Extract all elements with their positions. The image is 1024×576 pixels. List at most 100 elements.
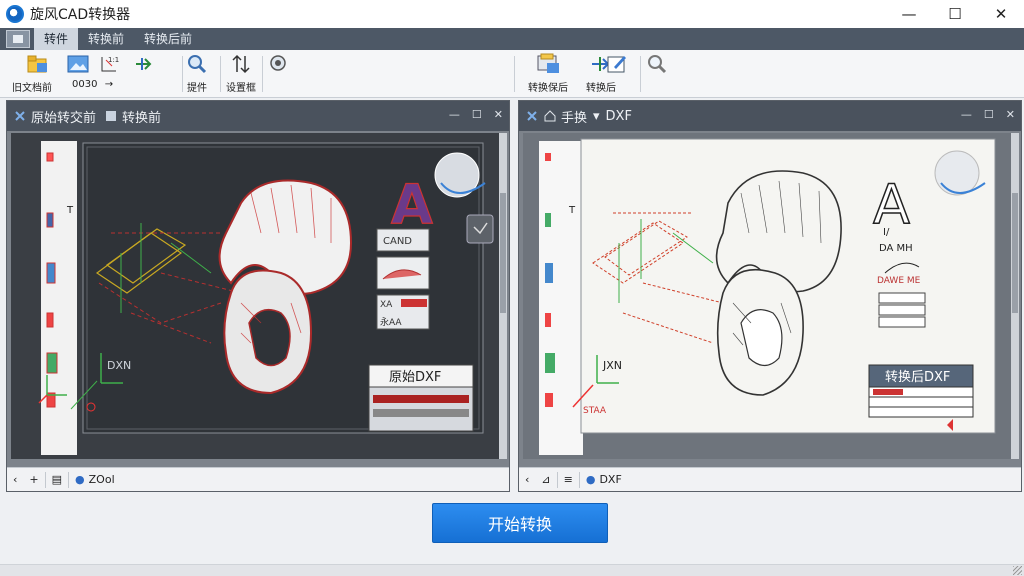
target-format-label: DXF bbox=[605, 108, 632, 124]
panel-close-icon[interactable]: ✕ bbox=[1006, 108, 1015, 121]
panel-close-icon[interactable]: ✕ bbox=[494, 108, 503, 121]
app-menu-button[interactable] bbox=[6, 30, 30, 48]
source-panel-controls: — ☐ ✕ bbox=[449, 108, 503, 121]
svg-text:1:1: 1:1 bbox=[108, 56, 119, 64]
zoom-label: 提件 bbox=[187, 83, 207, 94]
edit-icon bbox=[606, 53, 628, 75]
target-panel: 手换 ▾ DXF — ☐ ✕ T JXN STAA A I/ DA MH DAW… bbox=[518, 100, 1022, 492]
save-folder-icon bbox=[537, 53, 559, 75]
target-panel-controls: — ☐ ✕ bbox=[961, 108, 1015, 121]
source-legend-row-2: XA bbox=[380, 300, 393, 310]
open-folder-icon bbox=[27, 53, 49, 75]
target-axis-label-2: STAA bbox=[583, 406, 607, 416]
measure-arrow: → bbox=[104, 79, 114, 90]
source-legend-row-1: CAND bbox=[383, 236, 412, 247]
save-converted-button[interactable]: 转换保后 bbox=[528, 53, 568, 94]
source-zoom-label: ZOol bbox=[88, 473, 115, 486]
source-panel-header: 原始转交前 转换前 — ☐ ✕ bbox=[7, 101, 509, 131]
target-legend-row-1: DA MH bbox=[879, 243, 913, 254]
layers-button[interactable]: 0030 bbox=[58, 53, 97, 90]
panel-minimize-icon[interactable]: — bbox=[449, 108, 460, 121]
close-button[interactable]: ✕ bbox=[978, 0, 1024, 28]
target-cad-canvas[interactable]: T JXN STAA A I/ DA MH DAWE ME 转换后DXF bbox=[523, 133, 1013, 459]
ribbon-toolbar: 旧文档前 0030 1:1 → 提件 设置框 转换保后 转换后 bbox=[0, 50, 1024, 98]
source-scroll-thumb[interactable] bbox=[500, 193, 506, 313]
open-file-label: 旧文档前 bbox=[12, 83, 52, 94]
tab-after[interactable]: 转换后前 bbox=[134, 28, 202, 50]
scroll-left-icon[interactable]: ‹ bbox=[519, 473, 535, 486]
menu-bar: 转件 转换前 转换后前 bbox=[0, 28, 1024, 50]
panel-restore-icon[interactable]: ☐ bbox=[472, 108, 482, 121]
svg-text:A: A bbox=[873, 173, 910, 236]
options-button[interactable] bbox=[268, 53, 290, 75]
scroll-left-icon[interactable]: ‹ bbox=[7, 473, 23, 486]
panel-restore-icon[interactable]: ☐ bbox=[984, 108, 994, 121]
settings-button[interactable]: 设置框 bbox=[226, 53, 256, 94]
measure-icon: 1:1 bbox=[98, 53, 120, 75]
zoom-icon bbox=[186, 53, 208, 75]
vertical-arrows-icon bbox=[230, 53, 252, 75]
source-legend-row-3: 永AA bbox=[380, 316, 402, 328]
source-frame-label: 原始DXF bbox=[389, 370, 441, 385]
target-panel-header: 手换 ▾ DXF — ☐ ✕ bbox=[519, 101, 1021, 131]
save-converted-label: 转换保后 bbox=[528, 83, 568, 94]
align-icon[interactable]: ≡ bbox=[558, 473, 579, 486]
app-window: 旋风CAD转换器 — ☐ ✕ 转件 转换前 转换后前 旧文档前 0030 1:1… bbox=[0, 0, 1024, 576]
panel-minimize-icon[interactable]: — bbox=[961, 108, 972, 121]
zoom-right-button[interactable] bbox=[646, 53, 668, 75]
layer-icon[interactable]: ⊿ bbox=[535, 473, 556, 486]
source-tab-label[interactable]: 转换前 bbox=[122, 107, 161, 126]
zoom-button[interactable]: 提件 bbox=[186, 53, 208, 94]
tab-image-icon bbox=[104, 109, 118, 123]
source-zoom-indicator[interactable]: ● ZOol bbox=[69, 473, 121, 486]
source-panel-title: 原始转交前 bbox=[31, 110, 97, 126]
globe-icon: ● bbox=[75, 473, 85, 486]
home-icon bbox=[543, 109, 557, 123]
window-controls: — ☐ ✕ bbox=[886, 0, 1024, 28]
arrow-tool-icon bbox=[134, 53, 156, 75]
app-logo-icon bbox=[6, 5, 24, 23]
resize-grip-icon[interactable] bbox=[1013, 566, 1022, 575]
gear-search-icon bbox=[268, 53, 290, 75]
source-panel: 原始转交前 转换前 — ☐ ✕ T DXN A CAND XA 永AA 原始DX… bbox=[6, 100, 510, 492]
app-title: 旋风CAD转换器 bbox=[30, 7, 131, 23]
tab-file[interactable]: 转件 bbox=[34, 28, 79, 50]
start-convert-button[interactable]: 开始转换 bbox=[432, 503, 608, 543]
maximize-button[interactable]: ☐ bbox=[932, 0, 978, 28]
source-status-bar: ‹ + ▤ ● ZOol bbox=[7, 467, 509, 491]
target-scroll-thumb[interactable] bbox=[1012, 193, 1018, 313]
title-bar: 旋风CAD转换器 — ☐ ✕ bbox=[0, 0, 1024, 28]
target-status-bar: ‹ ⊿ ≡ ● DXF bbox=[519, 467, 1021, 491]
target-panel-title: 手换 bbox=[561, 110, 588, 126]
page-icon[interactable]: ▤ bbox=[46, 473, 68, 486]
pin-icon bbox=[13, 109, 27, 123]
target-format-status: DXF bbox=[599, 473, 622, 486]
source-cad-canvas[interactable]: T DXN A CAND XA 永AA 原始DXF bbox=[11, 133, 501, 459]
target-frame-label: 转换后DXF bbox=[885, 370, 950, 385]
tab-before[interactable]: 转换前 bbox=[78, 28, 134, 50]
open-file-button[interactable]: 旧文档前 bbox=[12, 53, 64, 94]
globe-icon: ● bbox=[585, 473, 596, 486]
svg-text:I/: I/ bbox=[883, 227, 890, 238]
image-icon bbox=[67, 53, 89, 75]
window-status-strip bbox=[0, 564, 1024, 576]
svg-text:T: T bbox=[66, 205, 74, 216]
arrow-tool-button[interactable] bbox=[134, 53, 156, 75]
dropdown-icon[interactable]: ▾ bbox=[593, 109, 600, 124]
minimize-button[interactable]: — bbox=[886, 0, 932, 28]
edit-button[interactable] bbox=[606, 53, 628, 75]
svg-text:A: A bbox=[391, 173, 433, 236]
target-format-indicator[interactable]: ● DXF bbox=[580, 473, 628, 486]
svg-text:T: T bbox=[568, 205, 576, 216]
measure-button[interactable]: 1:1 → bbox=[98, 53, 120, 90]
target-legend-row-2: DAWE ME bbox=[877, 276, 921, 286]
source-axis-label: DXN bbox=[107, 359, 131, 372]
pin-icon bbox=[525, 109, 539, 123]
source-vertical-scrollbar[interactable] bbox=[499, 133, 507, 459]
add-icon[interactable]: + bbox=[23, 473, 44, 486]
target-axis-label: JXN bbox=[602, 359, 622, 372]
settings-label: 设置框 bbox=[226, 83, 256, 94]
target-vertical-scrollbar[interactable] bbox=[1011, 133, 1019, 459]
layers-label: 0030 bbox=[72, 79, 98, 90]
app-menu-icon bbox=[13, 35, 23, 43]
